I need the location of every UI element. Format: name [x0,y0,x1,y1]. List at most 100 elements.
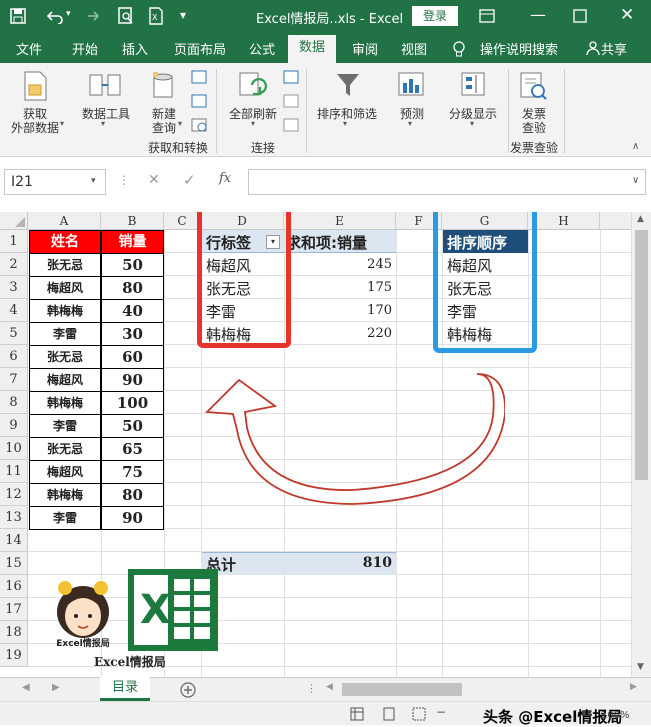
row-header[interactable]: 13 [0,506,28,529]
tab-data[interactable]: 数据 [288,35,336,63]
page-break-view-icon[interactable] [412,707,426,721]
name-box[interactable]: I21 ▾ [4,169,106,195]
get-data-label-2[interactable]: 外部数据 [6,119,64,136]
select-all-corner[interactable] [0,212,28,230]
minimize-button[interactable]: — [530,5,546,24]
page-layout-view-icon[interactable] [382,707,396,721]
prev-sheet-icon[interactable]: ◀ [22,682,30,693]
tab-home[interactable]: 开始 [72,39,98,58]
get-data-dropdown-icon[interactable]: ▾ [60,119,64,128]
row-header[interactable]: 14 [0,529,28,552]
row-header[interactable]: 4 [0,299,28,322]
print-preview-icon[interactable] [118,7,134,25]
sort-filter-dropdown-icon[interactable]: ▾ [343,119,347,128]
cancel-formula-icon[interactable]: ✕ [148,172,160,188]
source-sales-cell: 75 [101,460,164,484]
expand-formula-bar-icon[interactable]: ∨ [632,175,639,186]
row-header[interactable]: 8 [0,391,28,414]
pivot-value-cell: 245 [367,257,392,272]
tab-page-layout[interactable]: 页面布局 [174,39,226,58]
share-button[interactable]: 共享 [601,39,627,58]
hscroll-left-icon[interactable]: ◀ [326,682,333,692]
save-icon[interactable] [10,8,26,24]
document-icon[interactable]: X [148,7,164,25]
source-sales-cell: 65 [101,437,164,461]
row-header[interactable]: 15 [0,552,28,575]
normal-view-icon[interactable] [350,707,364,721]
horizontal-scroll-thumb[interactable] [342,683,462,696]
tab-split-handle[interactable]: ⋮ [306,682,317,695]
hscroll-right-icon[interactable]: ▶ [630,682,637,692]
query-small-icons[interactable] [190,69,208,139]
tell-me-search[interactable]: 操作说明搜索 [480,39,558,58]
data-tools-dropdown-icon[interactable]: ▾ [101,119,105,128]
tab-formulas[interactable]: 公式 [249,39,275,58]
outline-dropdown-icon[interactable]: ▾ [470,119,474,128]
column-header-i[interactable] [600,212,631,230]
zoom-level[interactable]: 100% [601,710,630,721]
customize-toolbar-icon[interactable]: ▾ [180,8,186,22]
close-button[interactable]: ✕ [620,5,634,25]
enter-formula-icon[interactable]: ✓ [183,171,196,189]
column-header-c[interactable]: C [164,212,201,230]
maximize-button[interactable] [573,9,587,23]
formula-input[interactable] [248,169,646,195]
vertical-scrollbar[interactable]: ▲ ▼ [631,212,651,677]
column-header-h[interactable]: H [528,212,600,230]
source-sales-cell: 100 [101,391,164,415]
row-header[interactable]: 1 [0,230,28,253]
next-sheet-icon[interactable]: ▶ [52,682,60,693]
row-header[interactable]: 10 [0,437,28,460]
row-header[interactable]: 18 [0,621,28,644]
column-header-b[interactable]: B [101,212,164,230]
login-button[interactable]: 登录 [412,6,458,26]
zoom-out-icon[interactable]: − [436,705,446,719]
row-header[interactable]: 5 [0,322,28,345]
new-query-dropdown-icon[interactable]: ▾ [178,119,182,128]
column-header-a[interactable]: A [28,212,101,230]
new-query-icon [153,72,173,98]
row-header[interactable]: 9 [0,414,28,437]
get-external-data-icon [24,71,47,101]
row-header[interactable]: 2 [0,253,28,276]
sheet-tab-catalog[interactable]: 目录 [100,677,150,701]
title-bar: ▾ X ▾ Excel情报局..xls - Excel 登录 — ✕ [0,0,651,33]
data-tools-button[interactable]: 数据工具 [78,105,134,122]
collapse-ribbon-icon[interactable]: ∧ [632,141,639,152]
insert-function-button[interactable]: fx [219,171,231,186]
name-box-dropdown-icon[interactable]: ▾ [91,176,96,186]
source-name-cell: 韩梅梅 [29,391,101,415]
scroll-thumb[interactable] [635,230,648,480]
undo-icon[interactable] [46,8,64,24]
formula-bar-grip-icon: ⋮ [118,173,130,187]
ribbon-display-options-icon[interactable] [479,9,495,23]
source-sales-cell: 40 [101,299,164,323]
redo-icon[interactable] [82,8,100,24]
row-header[interactable]: 19 [0,644,28,667]
scroll-down-icon[interactable]: ▼ [637,662,644,672]
column-header-e[interactable]: E [284,212,396,230]
add-sheet-icon[interactable] [180,682,196,698]
scroll-up-icon[interactable]: ▲ [637,214,644,224]
svg-text:X: X [152,13,158,22]
row-header[interactable]: 17 [0,598,28,621]
excel-logo-icon: X [128,569,218,651]
connection-small-icons[interactable] [282,69,300,135]
row-header[interactable]: 3 [0,276,28,299]
source-name-cell: 韩梅梅 [29,299,101,323]
tab-view[interactable]: 视图 [401,39,427,58]
row-header[interactable]: 6 [0,345,28,368]
row-header[interactable]: 12 [0,483,28,506]
worksheet-grid[interactable]: A B C D E F G H 1 2 3 4 5 6 7 8 9 10 11 12 13 14 15 16 1… [0,212,631,677]
tab-review[interactable]: 审阅 [352,39,378,58]
forecast-dropdown-icon[interactable]: ▾ [408,119,412,128]
row-header[interactable]: 11 [0,460,28,483]
tab-insert[interactable]: 插入 [122,39,148,58]
undo-dropdown-icon[interactable]: ▾ [66,9,71,19]
refresh-dropdown-icon[interactable]: ▾ [251,119,255,128]
source-header-cell: 销量 [101,230,164,254]
row-header[interactable]: 16 [0,575,28,598]
tab-file[interactable]: 文件 [16,39,42,58]
row-header[interactable]: 7 [0,368,28,391]
invoice-label-2[interactable]: 查验 [514,119,554,136]
